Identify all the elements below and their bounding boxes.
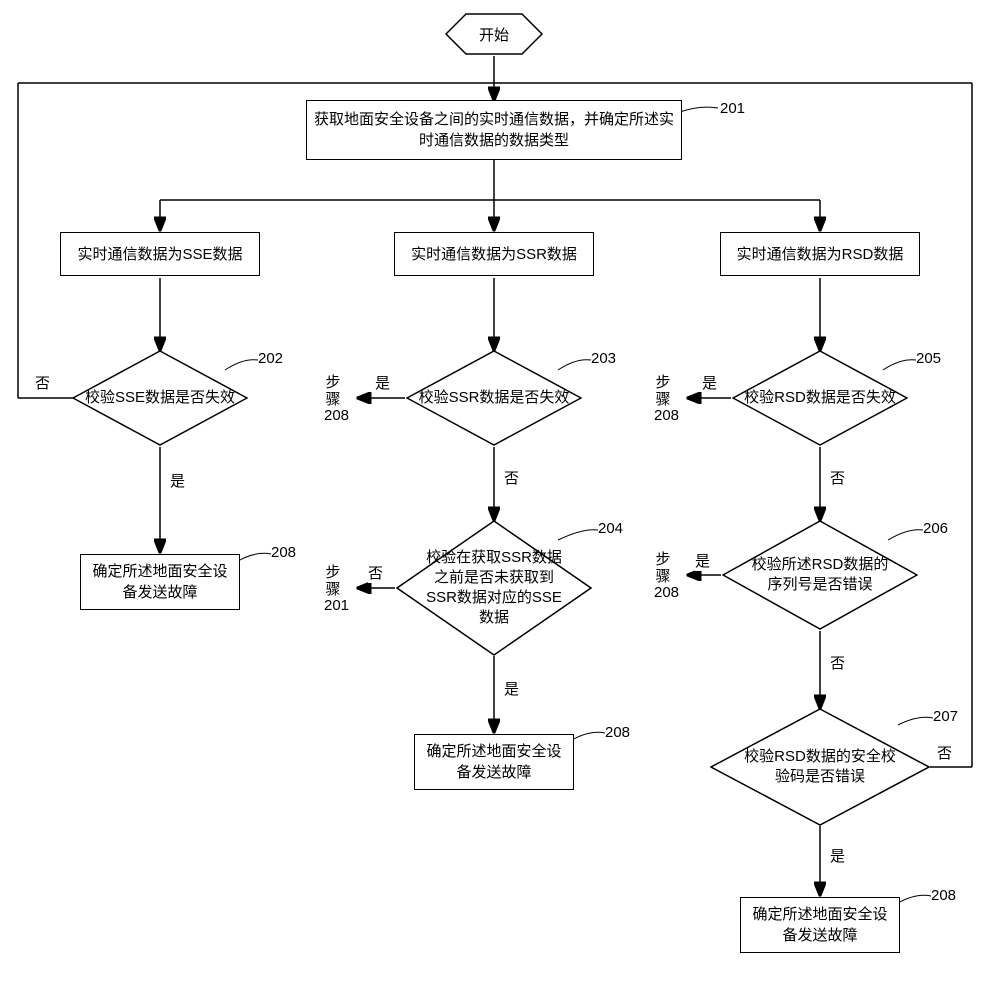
- decision-207: 校验RSD数据的安全校验码是否错误: [710, 708, 930, 826]
- branch-sse: 实时通信数据为SSE数据: [60, 232, 260, 276]
- start-label: 开始: [479, 24, 509, 45]
- branch-rsd-text: 实时通信数据为RSD数据: [737, 244, 904, 265]
- ref-203: 203: [591, 350, 616, 367]
- decision-204-text: 校验在获取SSR数据之前是否未获取到SSR数据对应的SSE数据: [419, 548, 569, 629]
- edge-202-no: 否: [35, 372, 50, 393]
- step208-ref-2: 步骤208: [654, 375, 672, 425]
- ref-206: 206: [923, 520, 948, 537]
- decision-203: 校验SSR数据是否失效: [406, 350, 582, 446]
- decision-206-text: 校验所述RSD数据的序列号是否错误: [745, 555, 895, 596]
- step-208a-text: 确定所述地面安全设备发送故障: [87, 561, 233, 603]
- step-208b: 确定所述地面安全设备发送故障: [414, 734, 574, 790]
- edge-207-yes: 是: [830, 845, 845, 866]
- ref-207: 207: [933, 708, 958, 725]
- ref-208c: 208: [931, 887, 956, 904]
- edge-204-no: 否: [368, 562, 383, 583]
- step-201-text: 获取地面安全设备之间的实时通信数据，并确定所述实时通信数据的数据类型: [313, 109, 675, 151]
- edge-205-no: 否: [830, 467, 845, 488]
- edge-203-no: 否: [504, 467, 519, 488]
- edge-203-yes: 是: [375, 372, 390, 393]
- step-208c: 确定所述地面安全设备发送故障: [740, 897, 900, 953]
- start-node: 开始: [444, 12, 544, 56]
- step-208c-text: 确定所述地面安全设备发送故障: [747, 904, 893, 946]
- ref-205: 205: [916, 350, 941, 367]
- ref-208a: 208: [271, 544, 296, 561]
- branch-sse-text: 实时通信数据为SSE数据: [77, 244, 242, 265]
- step-201: 获取地面安全设备之间的实时通信数据，并确定所述实时通信数据的数据类型: [306, 100, 682, 160]
- decision-207-text: 校验RSD数据的安全校验码是否错误: [738, 747, 903, 788]
- edge-202-yes: 是: [170, 470, 185, 491]
- branch-ssr-text: 实时通信数据为SSR数据: [411, 244, 577, 265]
- edge-204-yes: 是: [504, 678, 519, 699]
- step-208a: 确定所述地面安全设备发送故障: [80, 554, 240, 610]
- ref-208b: 208: [605, 724, 630, 741]
- step201-ref: 步骤201: [324, 565, 342, 615]
- ref-201: 201: [720, 100, 745, 117]
- decision-206: 校验所述RSD数据的序列号是否错误: [722, 520, 918, 630]
- flowchart-canvas: 开始 获取地面安全设备之间的实时通信数据，并确定所述实时通信数据的数据类型 20…: [0, 0, 989, 1000]
- decision-205-text: 校验RSD数据是否失效: [744, 388, 896, 408]
- decision-205: 校验RSD数据是否失效: [732, 350, 908, 446]
- step208-ref-3: 步骤208: [654, 552, 672, 602]
- step-208b-text: 确定所述地面安全设备发送故障: [421, 741, 567, 783]
- ref-202: 202: [258, 350, 283, 367]
- edge-206-yes: 是: [695, 550, 710, 571]
- ref-204: 204: [598, 520, 623, 537]
- edge-206-no: 否: [830, 652, 845, 673]
- branch-ssr: 实时通信数据为SSR数据: [394, 232, 594, 276]
- decision-202-text: 校验SSE数据是否失效: [85, 388, 235, 408]
- decision-202: 校验SSE数据是否失效: [72, 350, 248, 446]
- edge-205-yes: 是: [702, 372, 717, 393]
- branch-rsd: 实时通信数据为RSD数据: [720, 232, 920, 276]
- step208-ref-1: 步骤208: [324, 375, 342, 425]
- decision-203-text: 校验SSR数据是否失效: [419, 388, 570, 408]
- edge-207-no: 否: [937, 742, 952, 763]
- decision-204: 校验在获取SSR数据之前是否未获取到SSR数据对应的SSE数据: [396, 520, 592, 656]
